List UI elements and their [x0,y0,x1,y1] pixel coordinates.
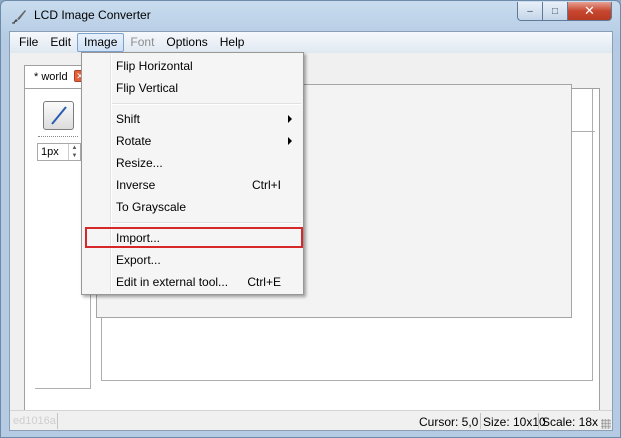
image-size: Size: 10x10 [483,415,546,429]
shortcut-label: Ctrl+E [247,275,281,289]
menu-help[interactable]: Help [214,33,251,52]
resize-grip-icon[interactable] [601,419,611,429]
menu-bar: File Edit Image Font Options Help [10,32,612,53]
menu-edit[interactable]: Edit [44,33,77,52]
pen-tool-button[interactable] [43,101,74,130]
menu-item-flip-vertical[interactable]: Flip Vertical [84,77,301,99]
spin-down-icon[interactable]: ▼ [69,152,80,160]
menu-image[interactable]: Image [77,33,125,52]
menu-item-inverse[interactable]: Inverse Ctrl+I [84,174,301,196]
pen-size-value: 1px [41,146,59,158]
minimize-button[interactable]: – [517,2,543,21]
close-button[interactable]: ✕ [568,2,612,21]
menu-item-rotate[interactable]: Rotate [84,130,301,152]
menu-item-resize[interactable]: Resize... [84,152,301,174]
cursor-position: Cursor: 5,0 [419,415,479,429]
pen-icon [51,106,67,125]
spin-up-icon[interactable]: ▲ [69,144,80,152]
menu-options[interactable]: Options [160,33,213,52]
title-bar[interactable]: LCD Image Converter – □ ✕ [1,1,620,31]
menu-item-shift[interactable]: Shift [84,108,301,130]
status-bar: ed1016a Cursor: 5,0 Size: 10x10 Scale: 1… [10,410,612,430]
status-separator [538,413,539,429]
shortcut-label: Ctrl+I [251,178,281,192]
menu-file[interactable]: File [13,33,44,52]
menu-item-to-grayscale[interactable]: To Grayscale [84,196,301,218]
submenu-arrow-icon [288,115,292,123]
tab-label: * world [34,71,68,83]
menu-font[interactable]: Font [124,33,160,52]
image-menu-dropdown: Flip Horizontal Flip Vertical Shift Rota… [81,52,304,295]
status-separator [57,413,58,429]
import-highlight [85,227,303,248]
menu-separator [112,222,301,224]
maximize-button[interactable]: □ [543,2,568,21]
status-hint: ed1016a [13,415,56,427]
brush-icon [12,10,26,24]
status-separator [480,413,481,429]
tool-separator [38,136,78,138]
menu-item-edit-external[interactable]: Edit in external tool... Ctrl+E [84,271,301,293]
tab-world[interactable]: * world ✕ [24,65,86,89]
menu-separator [112,103,301,105]
window-title: LCD Image Converter [34,8,151,22]
zoom-scale: Scale: 18x [542,415,599,429]
pen-size-stepper[interactable]: 1px ▲ ▼ [37,143,81,161]
app-window: LCD Image Converter – □ ✕ File Edit Imag… [0,0,621,438]
menu-item-flip-horizontal[interactable]: Flip Horizontal [84,55,301,77]
menu-item-export[interactable]: Export... [84,249,301,271]
submenu-arrow-icon [288,137,292,145]
